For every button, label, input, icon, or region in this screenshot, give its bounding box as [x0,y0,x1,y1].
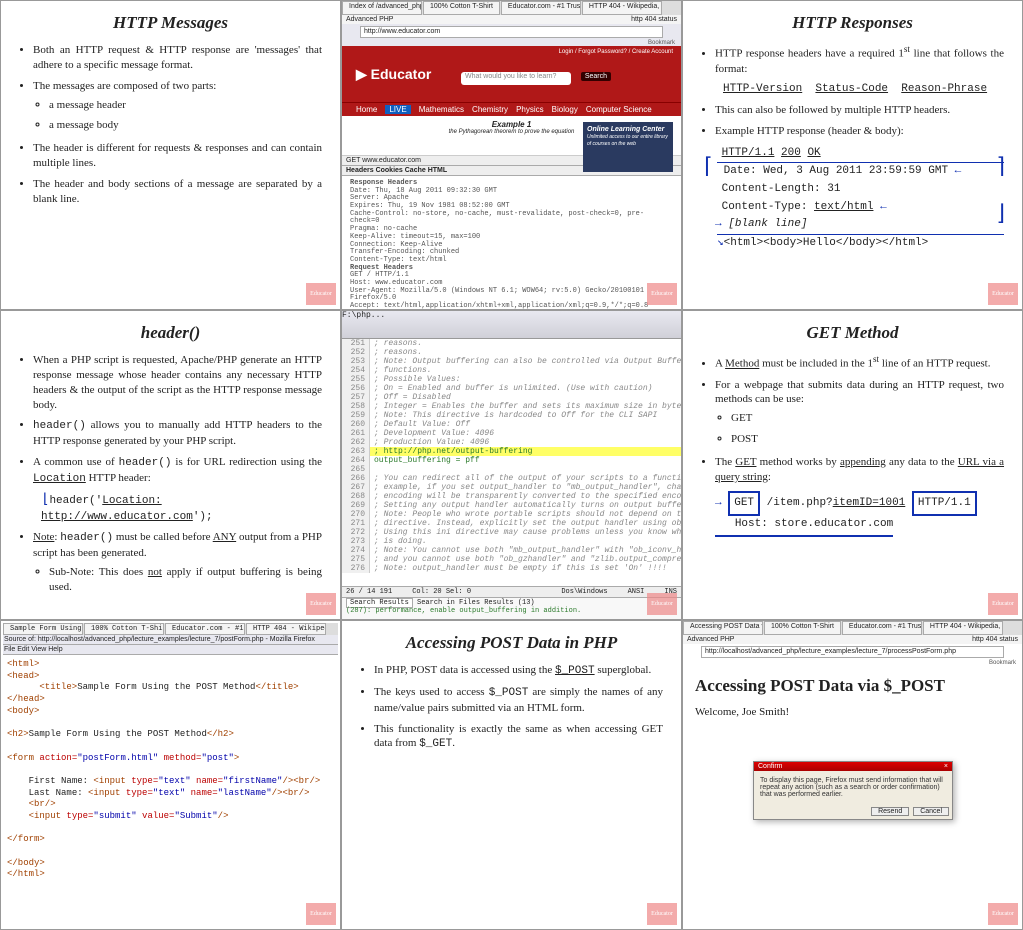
sub-bullet: GET [731,411,1004,426]
bullet: HTTP response headers have a required 1s… [715,43,1004,97]
fmt-part: Status-Code [815,83,888,95]
editor-find-panel: Search Results Search in Files Results (… [342,597,681,619]
browser-tab[interactable]: Sample Form Using the POST Method ... [3,623,83,635]
slide-get-method: GET Method A Method must be included in … [682,310,1023,620]
slide-title: HTTP Messages [19,13,322,33]
bullet: Example HTTP response (header & body): ⌈… [715,124,1004,252]
fmt-part: Reason-Phrase [901,83,987,95]
sub-bullet: a message header [49,98,322,113]
slide-title: Accessing POST Data in PHP [360,633,663,653]
bullet: The keys used to access $_POST are simpl… [374,685,663,716]
browser-tab[interactable]: 100% Cotton T-Shirt [423,1,500,15]
watermark-icon: Educator [988,903,1018,925]
bullet: When a PHP script is requested, Apache/P… [33,353,322,412]
editor-titlebar: F:\php... [342,311,681,339]
nav-item[interactable]: Chemistry [472,105,508,114]
confirm-dialog: Confirm × To display this page, Firefox m… [753,761,953,820]
bullet: For a webpage that submits data during a… [715,378,1004,447]
slide-title: HTTP Responses [701,13,1004,33]
bullet: The header and body sections of a messag… [33,177,322,207]
slide-header-fn: header() When a PHP script is requested,… [0,310,341,620]
nav-item-live[interactable]: LIVE [385,105,410,114]
browser-tab[interactable]: HTTP 404 - Wikipedia, the free encyc... [923,621,1003,635]
nav-item[interactable]: Home [356,105,377,114]
browser-tab[interactable]: Accessing POST Data via $_POST [683,621,763,635]
toolbar-label: http 404 status [631,16,677,23]
dialog-title: Confirm [758,763,783,770]
editor-statusbar: 26 / 14 191 Col: 20 Sel: 0 Dos\Windows A… [342,586,681,597]
sub-bullet: Sub-Note: This does not apply if output … [49,565,322,595]
cancel-button[interactable]: Cancel [913,807,949,816]
slide-editor-phpini: F:\php... 251; reasons.252; reasons.253;… [341,310,682,620]
browser-tab[interactable]: Educator.com - #1 Trusted e-Learni... [842,621,922,635]
nav-item[interactable]: Computer Science [586,105,652,114]
slide-browser-educator: Index of /advanced_php/lecture_exa... 10… [341,0,682,310]
welcome-text: Welcome, Joe Smith! [695,706,1010,718]
content-area: Example 1 the Pythagorean theorem to pro… [342,116,681,156]
resend-button[interactable]: Resend [871,807,909,816]
bullet: A common use of header() is for URL redi… [33,455,322,524]
login-links[interactable]: Login / Forgot Password? / Create Accoun… [559,49,673,55]
bullet: The messages are composed of two parts: … [33,79,322,134]
source-title: Source of: http://localhost/advanced_php… [3,635,338,645]
watermark-icon: Educator [306,283,336,305]
devtools-panel: Response Headers Date: Thu, 18 Aug 2011 … [342,176,681,310]
browser-tab[interactable]: 100% Cotton T-Shirt [764,621,841,635]
slide-source-view: Sample Form Using the POST Method ... 10… [0,620,341,930]
slide-browser-output: Accessing POST Data via $_POST 100% Cott… [682,620,1023,930]
watermark-icon: Educator [647,593,677,615]
page-title: Accessing POST Data via $_POST [695,676,1010,696]
bullet: The header is different for requests & r… [33,141,322,171]
toolbar-label: http 404 status [972,636,1018,643]
watermark-icon: Educator [988,283,1018,305]
watermark-icon: Educator [647,283,677,305]
watermark-icon: Educator [988,593,1018,615]
watermark-icon: Educator [306,903,336,925]
browser-tab[interactable]: 100% Cotton T-Shirt [84,623,164,635]
nav-item[interactable]: Physics [516,105,544,114]
watermark-icon: Educator [647,903,677,925]
browser-tab[interactable]: Educator.com - #1 Trusted e-Learni... [165,623,245,635]
browser-tab[interactable]: Educator.com - #1 Trusted e-Learni... [501,1,581,15]
sub-bullet: a message body [49,118,322,133]
address-bar[interactable]: http://www.educator.com [360,26,663,38]
bullet: This functionality is exactly the same a… [374,722,663,753]
browser-tabbar: Index of /advanced_php/lecture_exa... 10… [342,1,681,15]
slide-http-responses: HTTP Responses HTTP response headers hav… [682,0,1023,310]
slide-http-messages: HTTP Messages Both an HTTP request & HTT… [0,0,341,310]
browser-tab[interactable]: Index of /advanced_php/lecture_exa... [342,1,422,15]
watermark-icon: Educator [306,593,336,615]
dialog-text: To display this page, Firefox must send … [754,771,952,804]
site-header: Login / Forgot Password? / Create Accoun… [342,46,681,102]
olc-box: Online Learning CenterUnlimited access t… [583,122,673,172]
slide-title: header() [19,323,322,343]
bullet: This can also be followed by multiple HT… [715,103,1004,118]
close-icon[interactable]: × [944,763,948,770]
slide-grid: HTTP Messages Both an HTTP request & HTT… [0,0,1023,930]
browser-tab[interactable]: HTTP 404 - Wikipedia, the free encyc... [582,1,662,15]
bullet: The GET method works by appending any da… [715,455,1004,537]
address-bar[interactable]: http://localhost/advanced_php/lecture_ex… [701,646,1004,658]
slide-title: GET Method [701,323,1004,343]
site-nav: Home LIVE Mathematics Chemistry Physics … [342,102,681,116]
browser-tab[interactable]: HTTP 404 - Wikipedia, the free encyc... [246,623,326,635]
search-button[interactable]: Search [581,72,611,81]
bullet: In PHP, POST data is accessed using the … [374,663,663,679]
bullet: header() allows you to manually add HTTP… [33,418,322,449]
source-menu[interactable]: File Edit View Help [3,645,338,655]
nav-item[interactable]: Biology [552,105,578,114]
slide-post-data-php: Accessing POST Data in PHP In PHP, POST … [341,620,682,930]
bullet: Both an HTTP request & HTTP response are… [33,43,322,73]
search-input[interactable]: What would you like to learn? [461,72,571,85]
bullet: A Method must be included in the 1st lin… [715,353,1004,372]
bullet: Note: header() must be called before ANY… [33,530,322,594]
sub-bullet: POST [731,432,1004,447]
toolbar-label: Advanced PHP [346,16,393,23]
nav-item[interactable]: Mathematics [419,105,464,114]
educator-logo: ▶ Educator [356,66,431,83]
fmt-part: HTTP-Version [723,83,802,95]
toolbar-label: Advanced PHP [687,636,734,643]
